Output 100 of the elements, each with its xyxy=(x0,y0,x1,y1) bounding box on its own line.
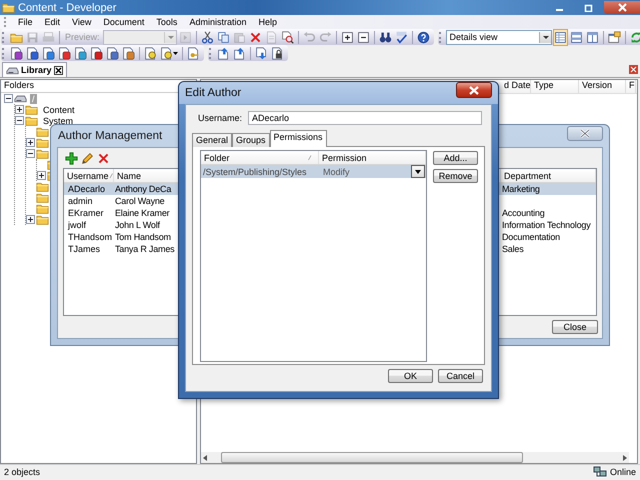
permission-cell-text: Modify xyxy=(322,166,350,176)
caret-icon xyxy=(415,170,421,174)
document-icon[interactable] xyxy=(10,46,23,60)
permission-row[interactable]: /System/Publishing/Styles Modify xyxy=(201,165,426,178)
document-icon[interactable] xyxy=(106,46,119,60)
upload-icon[interactable] xyxy=(217,46,230,60)
details-view-icon[interactable] xyxy=(554,30,567,44)
username-cell-text: EKramer xyxy=(67,208,105,218)
menu-item[interactable]: View xyxy=(66,17,98,27)
scrollbar-thumb[interactable] xyxy=(221,452,523,463)
document-icon[interactable] xyxy=(26,46,39,60)
name-cell: Tanya R James xyxy=(115,244,174,254)
close-icon xyxy=(618,3,626,12)
menu-item[interactable]: Help xyxy=(252,17,283,27)
cancel-button[interactable]: Cancel xyxy=(438,369,483,383)
copy-icon[interactable] xyxy=(216,30,230,44)
column-header[interactable]: Folder xyxy=(201,151,319,164)
app-icon xyxy=(2,1,15,14)
binoculars-icon[interactable] xyxy=(378,30,392,44)
add-icon[interactable] xyxy=(65,152,78,164)
username-cell-text: TJames xyxy=(67,244,102,254)
document-icon[interactable] xyxy=(160,46,173,60)
lock-document-icon[interactable] xyxy=(271,46,284,60)
tab[interactable]: General xyxy=(192,133,232,147)
expand-icon[interactable] xyxy=(37,171,46,180)
delete-icon[interactable] xyxy=(248,30,262,44)
key-document-icon[interactable] xyxy=(187,46,200,60)
collapse-all-icon[interactable] xyxy=(356,30,370,44)
department-cell-text: Marketing xyxy=(501,184,540,194)
restore-icon[interactable] xyxy=(584,3,592,12)
document-icon[interactable] xyxy=(58,46,71,60)
menu-item[interactable]: Edit xyxy=(38,17,66,27)
cut-icon[interactable] xyxy=(200,30,214,44)
add-button[interactable]: Add... xyxy=(433,151,478,165)
menu-item[interactable]: Administration xyxy=(183,17,252,27)
help-icon[interactable] xyxy=(416,30,430,44)
column-header[interactable]: Type xyxy=(531,80,579,93)
name-cell: Elaine Kramer xyxy=(115,208,170,218)
name-cell: Tom Handsom xyxy=(115,232,171,242)
search-icon[interactable] xyxy=(280,30,294,44)
tree-item[interactable]: Content xyxy=(41,104,77,114)
window-title: Content - Developer xyxy=(18,2,118,14)
username-cell-text: admin xyxy=(67,196,94,206)
column-header[interactable]: Version xyxy=(579,80,626,93)
properties-icon[interactable] xyxy=(608,30,621,44)
network-icon xyxy=(592,466,607,478)
refresh-icon[interactable] xyxy=(630,30,640,44)
remove-button[interactable]: Remove xyxy=(433,169,478,183)
column-header[interactable]: d Date xyxy=(501,80,531,93)
document-icon[interactable] xyxy=(42,46,55,60)
column-header[interactable]: Username xyxy=(64,169,114,182)
menu-item[interactable]: File xyxy=(12,17,39,27)
close-dialog-button[interactable]: Close xyxy=(552,320,598,334)
view-dropdown[interactable]: Details view xyxy=(446,30,552,44)
scroll-left-icon[interactable] xyxy=(201,454,209,462)
tab[interactable]: Groups xyxy=(232,133,270,147)
name-cell: John L Wolf xyxy=(115,220,160,230)
close-button[interactable] xyxy=(456,82,492,98)
expand-icon[interactable] xyxy=(15,105,24,114)
delete-icon[interactable] xyxy=(97,152,110,164)
tree-item[interactable]: System xyxy=(41,116,76,126)
document-icon[interactable] xyxy=(74,46,87,60)
department-cell-text: Documentation xyxy=(501,232,560,242)
expand-icon[interactable] xyxy=(26,215,35,224)
collapse-icon[interactable] xyxy=(15,116,24,125)
download-icon[interactable] xyxy=(255,46,268,60)
username-label: Username: xyxy=(198,113,242,123)
spell-check-icon[interactable] xyxy=(394,30,408,44)
department-cell-text: Information Technology xyxy=(501,220,590,230)
expand-all-icon[interactable] xyxy=(340,30,354,44)
dropdown-button[interactable] xyxy=(411,165,425,178)
menu-item[interactable]: Tools xyxy=(150,17,184,27)
status-text: 2 objects xyxy=(4,467,40,477)
close-icon[interactable] xyxy=(54,66,63,74)
document-icon[interactable] xyxy=(90,46,103,60)
column-header[interactable]: F xyxy=(626,80,636,93)
collapse-icon[interactable] xyxy=(4,94,13,103)
connection-status: Online xyxy=(610,467,636,477)
username-field[interactable]: ADecarlo xyxy=(248,111,482,125)
close-button[interactable] xyxy=(604,1,640,14)
document-tab[interactable]: Library xyxy=(2,62,67,77)
upload-icon[interactable] xyxy=(233,46,246,60)
edit-icon[interactable] xyxy=(81,152,94,164)
close-icon xyxy=(469,86,479,94)
menu-item[interactable]: Document xyxy=(97,17,150,27)
dialog-title: Author Management xyxy=(58,130,162,142)
dialog-title: Edit Author xyxy=(185,87,242,99)
collapse-icon[interactable] xyxy=(26,149,35,158)
document-icon[interactable] xyxy=(144,46,157,60)
scroll-right-icon[interactable] xyxy=(621,454,629,462)
list-view-icon[interactable] xyxy=(570,30,583,44)
close-icon xyxy=(580,128,590,138)
columns-view-icon[interactable] xyxy=(586,30,599,44)
column-header[interactable]: Permission xyxy=(319,151,426,164)
document-icon[interactable] xyxy=(122,46,135,60)
name-cell: Carol Wayne xyxy=(115,196,164,206)
expand-icon[interactable] xyxy=(26,138,35,147)
tab[interactable]: Permissions xyxy=(270,130,327,147)
column-header[interactable]: Department xyxy=(501,169,596,182)
ok-button[interactable]: OK xyxy=(388,369,433,383)
